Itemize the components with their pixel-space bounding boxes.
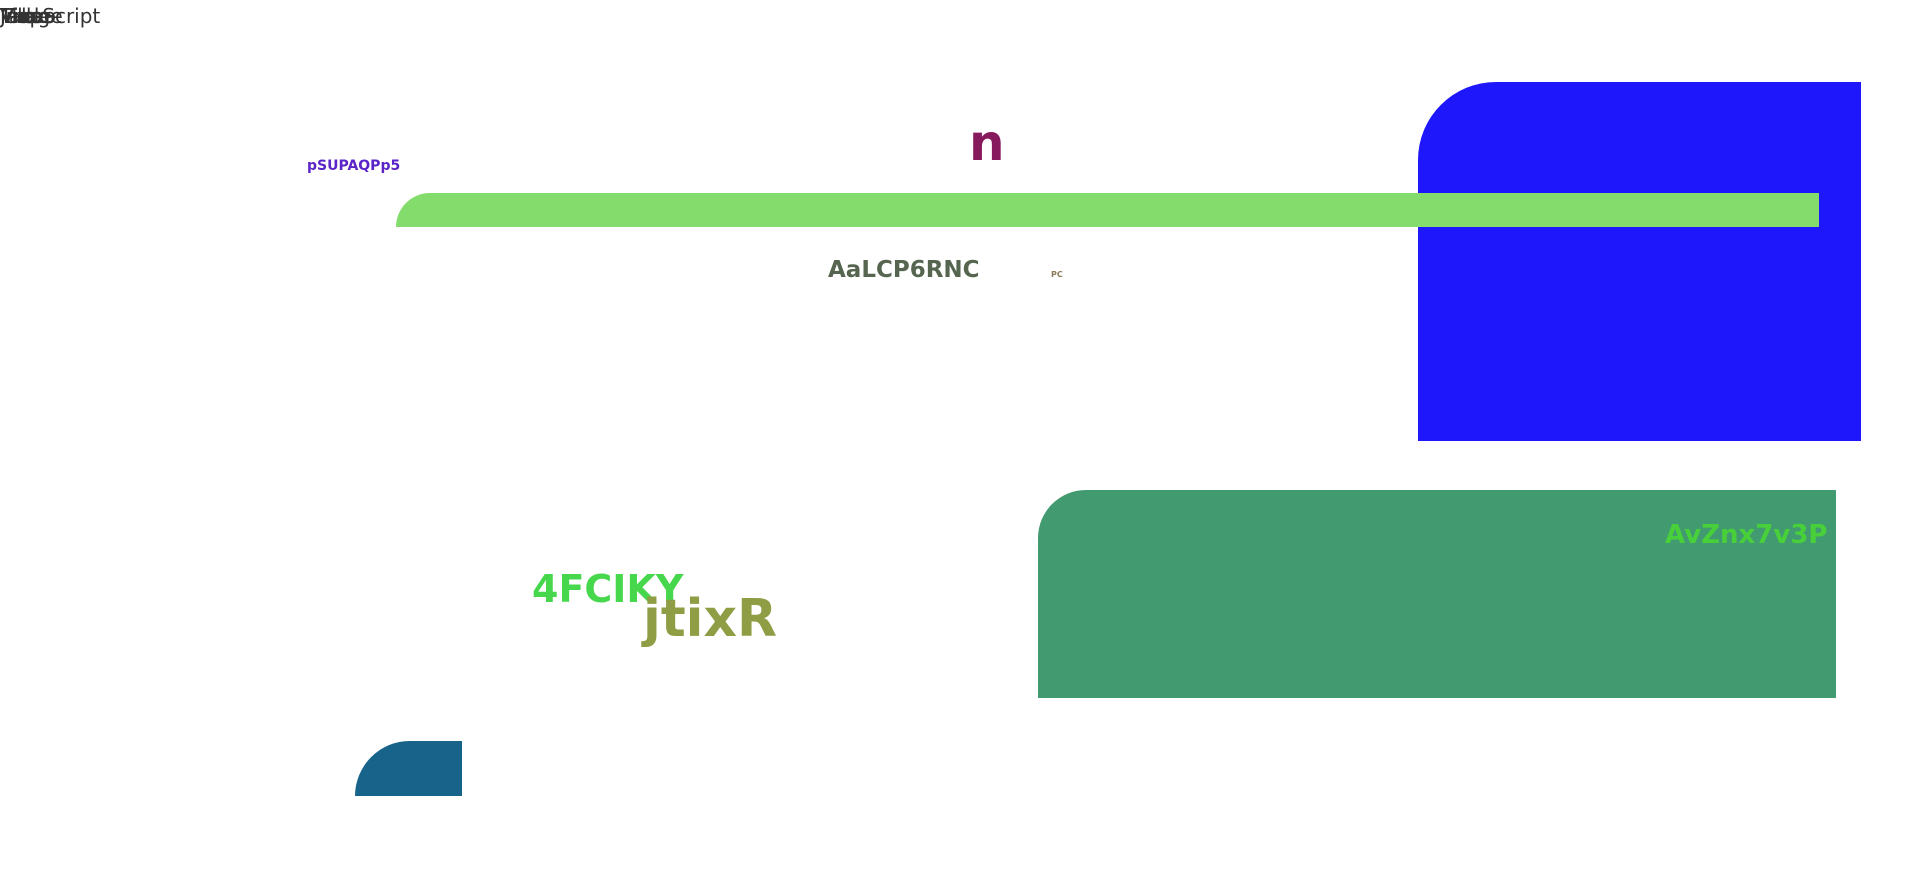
label-olive-code: jtixR [643,589,778,649]
label-panel-code: AvZnx7v3P [1665,520,1828,550]
blue-panel [1418,82,1861,441]
label-tiny-code: PC [1051,270,1063,279]
label-small-purple: pSUPAQPp5 [307,158,401,174]
navy-block [355,741,462,796]
label-center-code: AaLCP6RNC [828,257,980,283]
green-bar [396,193,1819,227]
label-big-letter: n [969,114,1005,172]
corner-label-5: Tile [0,4,36,28]
